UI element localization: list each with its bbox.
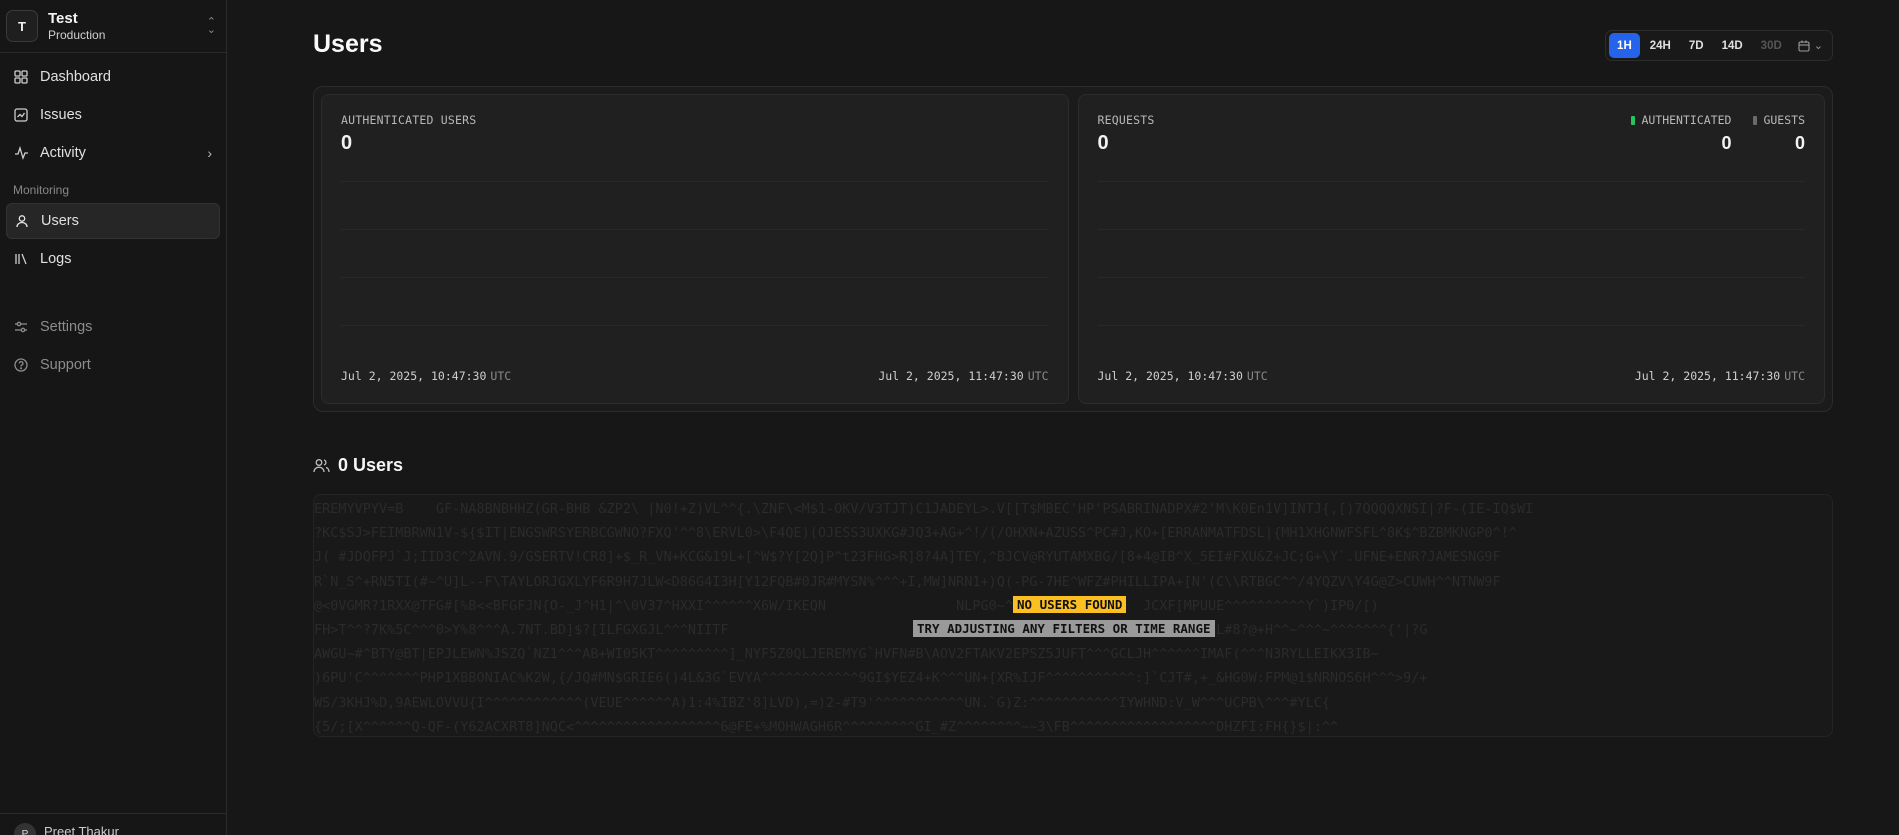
- sidebar-item-label: Activity: [40, 145, 86, 161]
- sidebar-item-label: Settings: [40, 319, 93, 335]
- chevron-up-down-icon: ⌃ ⌄: [206, 16, 216, 36]
- sidebar-item-label: Issues: [40, 107, 82, 123]
- users-icon: [313, 459, 330, 473]
- chart-gridline: [1097, 229, 1805, 230]
- legend-label: GUESTS: [1763, 113, 1805, 127]
- decorative-glyph-background: EREMYVPYV=B GF-NA8BNBHHZ(GR-BHB &ZP2\ |N…: [314, 501, 1534, 735]
- sidebar-item-activity[interactable]: Activity ›: [6, 135, 220, 171]
- sidebar-item-label: Dashboard: [40, 69, 111, 85]
- authenticated-users-card: AUTHENTICATED USERS 0 Jul 2, 2025, 10:47…: [321, 94, 1069, 404]
- timezone: UTC: [490, 369, 512, 383]
- sidebar-item-label: Users: [41, 213, 79, 229]
- chevron-down-icon: ⌄: [1813, 40, 1823, 52]
- users-count-title: 0 Users: [338, 455, 404, 475]
- org-avatar: T: [6, 10, 38, 42]
- chart-gridline: [341, 325, 1049, 326]
- chart-box-icon: [14, 108, 40, 122]
- timezone: UTC: [1246, 369, 1268, 383]
- chart-gridline: [341, 277, 1049, 278]
- sidebar-nav: Dashboard Issues Activity › Monitoring U…: [0, 53, 226, 383]
- range-1h-button[interactable]: 1H: [1609, 33, 1640, 58]
- authenticated-swatch: [1631, 115, 1636, 125]
- stat-value: 0: [341, 132, 353, 154]
- chart-end-time: Jul 2, 2025, 11:47:30: [1634, 369, 1781, 383]
- user-menu[interactable]: P Preet Thakur: [0, 813, 226, 835]
- help-circle-icon: [14, 358, 40, 372]
- chart-time-axis: Jul 2, 2025, 10:47:30 UTC Jul 2, 2025, 11…: [341, 369, 1049, 383]
- legend-value: 0: [1721, 133, 1732, 153]
- users-section-header: 0 Users: [313, 455, 403, 476]
- org-name: Test: [48, 9, 78, 27]
- time-range-selector: 1H 24H 7D 14D 30D ⌄: [1605, 30, 1833, 61]
- chart-gridline: [341, 229, 1049, 230]
- no-users-found-badge: NO USERS FOUND: [1013, 596, 1127, 613]
- timezone: UTC: [1027, 369, 1049, 383]
- sidebar-item-issues[interactable]: Issues: [6, 97, 220, 133]
- chart-gridline: [1097, 277, 1805, 278]
- chart-start-time: Jul 2, 2025, 10:47:30: [1097, 369, 1243, 383]
- empty-state-hint: TRY ADJUSTING ANY FILTERS OR TIME RANGE: [913, 620, 1215, 637]
- grid-icon: [14, 70, 40, 84]
- timezone: UTC: [1784, 369, 1805, 383]
- footer-user-name: Preet Thakur: [44, 824, 119, 835]
- date-picker-button[interactable]: ⌄: [1792, 39, 1829, 52]
- chart-gridline: [1097, 325, 1805, 326]
- page-title: Users: [313, 30, 383, 58]
- sidebar-section-monitoring: Monitoring: [13, 183, 70, 197]
- sidebar-item-logs[interactable]: Logs: [6, 241, 220, 277]
- sidebar-item-settings[interactable]: Settings: [6, 309, 220, 345]
- legend-value: 0: [1794, 133, 1805, 153]
- calendar-icon: [1798, 40, 1810, 52]
- chart-start-time: Jul 2, 2025, 10:47:30: [341, 369, 487, 383]
- sidebar-item-support[interactable]: Support: [6, 347, 220, 383]
- guests-swatch: [1753, 115, 1758, 125]
- legend-guests: GUESTS 0: [1753, 113, 1805, 154]
- requests-card: REQUESTS 0 AUTHENTICATED 0 GUESTS 0 Jul …: [1077, 94, 1825, 404]
- chart-gridline: [1097, 181, 1805, 182]
- sidebar-item-dashboard[interactable]: Dashboard: [6, 59, 220, 95]
- stat-label: AUTHENTICATED USERS: [341, 113, 477, 127]
- chart-time-axis: Jul 2, 2025, 10:47:30 UTC Jul 2, 2025, 11…: [1098, 369, 1806, 383]
- range-7d-button[interactable]: 7D: [1681, 33, 1712, 58]
- stats-panel: AUTHENTICATED USERS 0 Jul 2, 2025, 10:47…: [313, 86, 1833, 412]
- sidebar-item-label: Support: [40, 357, 91, 373]
- legend-label: AUTHENTICATED: [1641, 113, 1732, 127]
- chevron-right-icon: ›: [207, 145, 212, 161]
- legend-authenticated: AUTHENTICATED 0: [1631, 113, 1731, 154]
- users-empty-state: EREMYVPYV=B GF-NA8BNBHHZ(GR-BHB &ZP2\ |N…: [313, 494, 1833, 737]
- avatar: P: [14, 823, 36, 835]
- user-icon: [15, 214, 41, 228]
- sidebar-item-label: Logs: [40, 251, 72, 267]
- library-icon: [14, 252, 40, 266]
- requests-legend: AUTHENTICATED 0 GUESTS 0: [1631, 113, 1805, 154]
- chart-gridline: [341, 181, 1049, 182]
- range-14d-button[interactable]: 14D: [1714, 33, 1751, 58]
- sliders-icon: [14, 320, 40, 334]
- org-switcher[interactable]: T Test Production ⌃ ⌄: [0, 0, 226, 53]
- sidebar-item-users[interactable]: Users: [6, 203, 220, 239]
- chart-end-time: Jul 2, 2025, 11:47:30: [878, 369, 1024, 383]
- range-30d-button: 30D: [1760, 39, 1782, 52]
- org-environment: Production: [48, 27, 106, 42]
- sidebar: T Test Production ⌃ ⌄ Dashboard Issues A…: [0, 0, 227, 835]
- range-24h-button[interactable]: 24H: [1642, 33, 1679, 58]
- activity-icon: [14, 146, 40, 160]
